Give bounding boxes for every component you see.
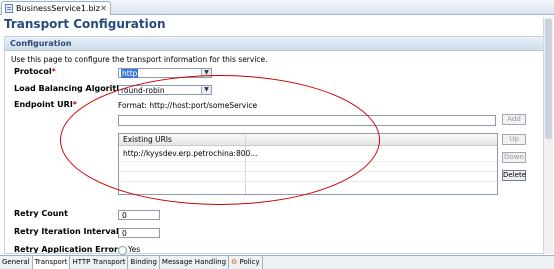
page-description: Use this page to configure the transport…: [11, 55, 268, 64]
endpoint-uri-input[interactable]: [118, 115, 496, 126]
page-title: Transport Configuration: [4, 17, 166, 31]
retry-app-errors-yes-label: Yes: [128, 245, 141, 253]
add-button[interactable]: Add: [502, 114, 526, 125]
tab-policy-label: Policy: [239, 258, 260, 266]
tab-transport[interactable]: Transport: [32, 256, 71, 269]
row-divider: [119, 181, 497, 182]
tab-http-transport[interactable]: HTTP Transport: [70, 256, 129, 269]
protocol-label-text: Protocol: [14, 67, 52, 76]
column-divider: [245, 134, 246, 194]
endpoint-uri-label: Endpoint URI*: [14, 100, 77, 109]
protocol-label: Protocol*: [14, 67, 56, 76]
protocol-select[interactable]: http ▼: [118, 68, 212, 78]
close-icon[interactable]: ✕: [100, 4, 107, 13]
editor-tab-businessservice[interactable]: BusinessService1.biz ✕: [1, 1, 111, 15]
chevron-down-icon[interactable]: ▼: [201, 86, 211, 94]
editor-tab-label: BusinessService1.biz: [16, 4, 100, 13]
retry-interval-label: Retry Iteration Interval: [14, 227, 119, 236]
load-balancing-value: round-robin: [121, 86, 165, 95]
retry-count-input[interactable]: 0: [118, 210, 160, 220]
table-header-existing-uris[interactable]: Existing URIs: [119, 134, 245, 146]
bottom-tab-bar: General Transport HTTP Transport Binding…: [0, 255, 554, 269]
endpoint-uri-label-text: Endpoint URI: [14, 100, 73, 109]
row-divider: [119, 171, 497, 172]
warning-icon: ⚙: [231, 258, 238, 266]
table-header-blank[interactable]: [245, 134, 497, 146]
scrollbar-thumb[interactable]: [545, 19, 552, 139]
vertical-scrollbar[interactable]: [543, 17, 553, 254]
retry-interval-input[interactable]: 0: [118, 228, 160, 238]
row-divider: [119, 161, 497, 162]
chevron-down-icon[interactable]: ▼: [201, 69, 211, 77]
protocol-value: http: [121, 69, 139, 78]
tab-general[interactable]: General: [0, 256, 33, 269]
file-icon: [5, 4, 13, 13]
table-row[interactable]: http://kyysdev.erp.petrochina:800...: [119, 149, 257, 159]
section-title: Configuration: [5, 37, 543, 51]
required-mark: *: [51, 67, 56, 76]
tab-policy[interactable]: ⚙ Policy: [229, 256, 263, 269]
tab-binding[interactable]: Binding: [128, 256, 160, 269]
endpoint-format-hint: Format: http://host:port/someService: [118, 101, 258, 110]
load-balancing-label: Load Balancing Algorithm: [14, 84, 131, 93]
tab-message-handling[interactable]: Message Handling: [160, 256, 230, 269]
load-balancing-select[interactable]: round-robin ▼: [118, 85, 212, 95]
retry-count-label: Retry Count: [14, 209, 68, 218]
up-button[interactable]: Up: [502, 134, 526, 145]
required-mark: *: [72, 100, 77, 109]
down-button[interactable]: Down: [502, 152, 526, 163]
retry-app-errors-label: Retry Application Errors: [14, 245, 123, 253]
existing-uris-table: Existing URIs http://kyysdev.erp.petroch…: [118, 133, 498, 195]
retry-app-errors-yes-radio[interactable]: [118, 246, 127, 255]
delete-button[interactable]: Delete: [502, 170, 526, 181]
editor-tab-strip: BusinessService1.biz ✕: [0, 0, 554, 15]
